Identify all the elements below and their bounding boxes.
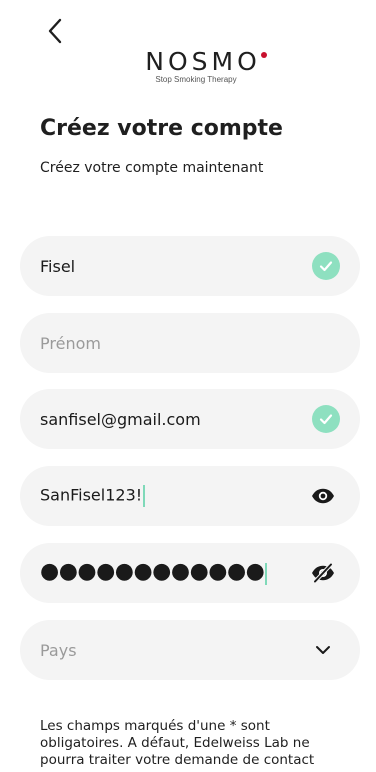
required-fields-notice: Les champs marqués d'une * sont obligato… [40,718,315,768]
logo-tagline: Stop Smoking Therapy [155,75,237,84]
password-value[interactable]: SanFisel123! [40,485,310,507]
email-value[interactable]: sanfisel@gmail.com [40,410,312,429]
valid-check-icon [312,405,340,433]
last-name-field[interactable]: Fisel [20,236,360,296]
chevron-left-icon [48,18,62,44]
logo-wordmark: NOSMO [115,48,267,76]
show-password-button[interactable] [310,483,336,509]
password-field[interactable]: SanFisel123! [20,466,360,526]
password-confirm-value[interactable]: ●●●●●●●●●●●● [40,561,310,585]
password-confirm-field[interactable]: ●●●●●●●●●●●● [20,543,360,603]
logo: NOSMO Stop Smoking Therapy [0,48,376,94]
first-name-field[interactable]: Prénom [20,313,360,373]
page-title: Créez votre compte [40,116,283,141]
back-button[interactable] [40,14,70,48]
eye-icon [312,488,334,504]
text-caret [143,485,146,507]
eye-off-icon [312,563,334,583]
chevron-down-icon[interactable] [310,637,336,663]
country-select[interactable]: Pays [20,620,360,680]
country-placeholder[interactable]: Pays [40,641,310,660]
text-caret [265,562,268,585]
last-name-value[interactable]: Fisel [40,257,312,276]
first-name-placeholder[interactable]: Prénom [40,334,336,353]
hide-password-button[interactable] [310,560,336,586]
logo-accent-dot [260,52,267,58]
page-subtitle: Créez votre compte maintenant [40,160,264,176]
email-field[interactable]: sanfisel@gmail.com [20,389,360,449]
valid-check-icon [312,252,340,280]
